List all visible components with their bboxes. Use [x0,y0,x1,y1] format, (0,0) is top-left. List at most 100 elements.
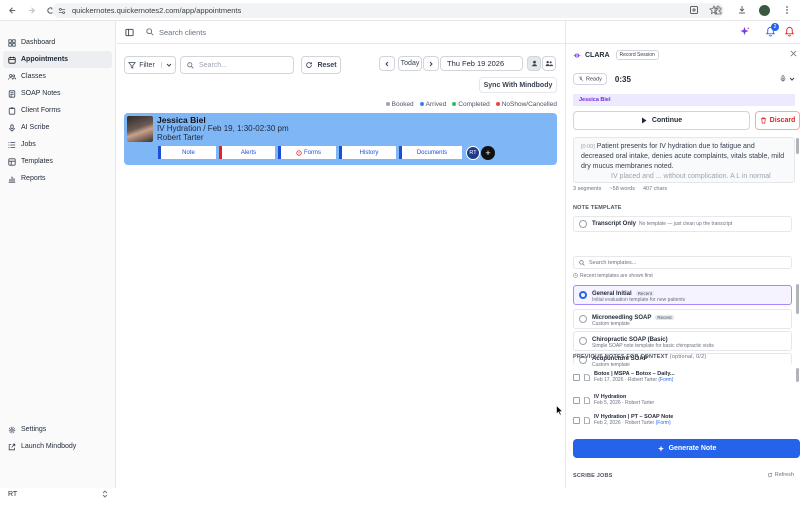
address-bar[interactable]: quickernotes.quickernotes2.com/app/appoi… [52,3,724,18]
previous-notes-hint: (optional, 0/2) [669,354,707,360]
single-view-button[interactable] [527,56,541,71]
checkbox[interactable] [573,373,580,381]
prev-day-button[interactable] [379,56,395,71]
legend-label: Booked [391,101,414,108]
sidebar-item-reports[interactable]: Reports [3,170,112,187]
template-name: Transcript Only [592,221,637,227]
transcript-more: IV placed and ... without complication. … [611,173,771,180]
sidebar-item-soap-notes[interactable]: SOAP Notes [3,85,112,102]
recent-info-text: Recent templates are shown first [580,273,653,279]
sidebar-item-label: Appointments [21,56,69,63]
puzzle-icon[interactable] [711,3,725,17]
appointment-tab-documents[interactable]: Documents [399,146,462,159]
previous-note-item[interactable]: Botox | MSPA – Botox – Daily... Feb 17, … [573,367,795,387]
sidebar-item-client-forms[interactable]: Client Forms [3,102,112,119]
next-day-button[interactable] [423,56,439,71]
transcript-box[interactable]: [0:00] Patient presents for IV hydration… [573,137,795,183]
discard-button[interactable]: Discard [755,111,800,130]
chevron-down-icon [789,76,795,82]
template-search-input[interactable]: Search templates... [573,256,792,269]
template-option[interactable]: Chiropractic SOAP (Basic) Simple SOAP no… [573,331,792,351]
forward-icon[interactable] [24,3,38,17]
sidebar-item-settings[interactable]: Settings [3,421,113,438]
radio-button[interactable] [579,337,587,345]
sidebar-item-jobs[interactable]: Jobs [3,136,112,153]
previous-note-item[interactable]: IV Hydration Feb 5, 2026 · Robert Tarter [573,390,795,410]
multi-view-button[interactable] [542,56,556,71]
template-name: Chiropractic SOAP (Basic) [592,336,668,343]
sidebar-item-dashboard[interactable]: Dashboard [3,34,112,51]
recording-timer: 0:35 [614,74,631,84]
profile-avatar[interactable] [759,4,770,16]
record-session-pill[interactable]: Record Session [615,50,659,60]
tab-label: History [359,149,379,156]
scribe-client-bar: Jessica Biel [573,94,795,106]
site-info-icon[interactable] [58,7,66,15]
date-value: Thu Feb 19 2026 [447,59,505,68]
sidebar-toggle-icon[interactable] [125,28,134,37]
appointment-search-input[interactable]: Search... [180,56,294,74]
download-icon[interactable] [735,3,749,17]
recent-templates-info: Recent templates are shown first [573,273,653,279]
appointment-tab-note[interactable]: Note [158,146,216,159]
user-switcher[interactable]: RT [0,483,116,505]
template-scrollbar[interactable] [796,284,799,314]
sidebar-item-templates[interactable]: Templates [3,153,112,170]
recent-badge: Recent [655,314,674,320]
refresh-button[interactable]: Refresh [767,472,794,478]
sidebar-item-appointments[interactable]: Appointments [3,51,112,68]
sidebar-item-classes[interactable]: Classes [3,68,112,85]
menu-dots-icon[interactable] [780,3,794,17]
form-tag: (Form) [655,420,671,426]
legend-dot [419,102,424,107]
template-icon [8,157,16,166]
checkbox[interactable] [573,416,580,424]
generate-note-button[interactable]: Generate Note [573,439,800,458]
extension-icon[interactable] [687,3,701,17]
continue-button[interactable]: Continue [573,111,750,130]
previous-note-date: Feb 2, 2026 · Robert Tarter [594,420,655,426]
today-button[interactable]: Today [398,56,422,71]
back-icon[interactable] [5,3,19,17]
appointment-tab-history[interactable]: History [339,146,396,159]
refresh-icon [767,472,773,478]
date-picker[interactable]: Thu Feb 19 2026 [440,56,523,71]
transcript-only-option[interactable]: Transcript Only No template — just clean… [573,216,792,232]
scribe-brand: CLARA [585,51,610,59]
filter-button[interactable]: Filter [124,56,176,74]
reset-button[interactable]: Reset [301,56,341,74]
previous-notes-scrollbar[interactable] [796,368,799,382]
appointment-tab-alerts[interactable]: Alerts [219,146,275,159]
add-button[interactable]: + [481,146,495,160]
search-icon [579,259,585,266]
appointment-card[interactable]: Jessica Biel IV Hydration / Feb 19, 1:30… [124,113,557,165]
checkbox[interactable] [573,396,580,404]
provider-initials-avatar[interactable]: RT [466,146,480,160]
appointment-tab-forms[interactable]: Forms [278,146,336,159]
document-icon [584,373,590,381]
radio-button[interactable] [579,315,587,323]
radio-button[interactable] [579,220,587,228]
sidebar-item-label: AI Scribe [21,124,50,131]
template-option[interactable]: General Initial Recent Initial evaluation… [573,285,792,305]
transcript-scrollbar[interactable] [796,138,799,154]
sidebar-item-label: Classes [21,73,46,80]
template-option[interactable]: Microneedling SOAP Recent Custom template [573,309,792,329]
client-search-placeholder: Search clients [159,27,207,37]
status-legend: Booked Arrived Completed NoShow/Cancelled [385,101,557,108]
template-name: General Initial [592,290,632,297]
sync-mindbody-button[interactable]: Sync With Mindbody [479,77,557,93]
sidebar-bottom: Settings Launch Mindbody [0,421,116,455]
close-icon[interactable] [790,50,797,57]
previous-note-item[interactable]: IV Hydration | PT – SOAP Note Feb 2, 202… [573,413,795,427]
sidebar-item-ai-scribe[interactable]: AI Scribe [3,119,112,136]
chevron-right-icon [428,61,434,67]
main-content: Search clients Filter Search... Reset To… [117,21,565,488]
mic-selector[interactable] [780,75,795,82]
alert-bell-icon[interactable] [784,26,795,37]
radio-button[interactable] [579,291,587,299]
sidebar-item-launch-mindbody[interactable]: Launch Mindbody [3,438,113,455]
mic-icon [8,123,16,132]
client-search[interactable]: Search clients [146,28,206,37]
sparkle-icon[interactable] [739,26,750,37]
